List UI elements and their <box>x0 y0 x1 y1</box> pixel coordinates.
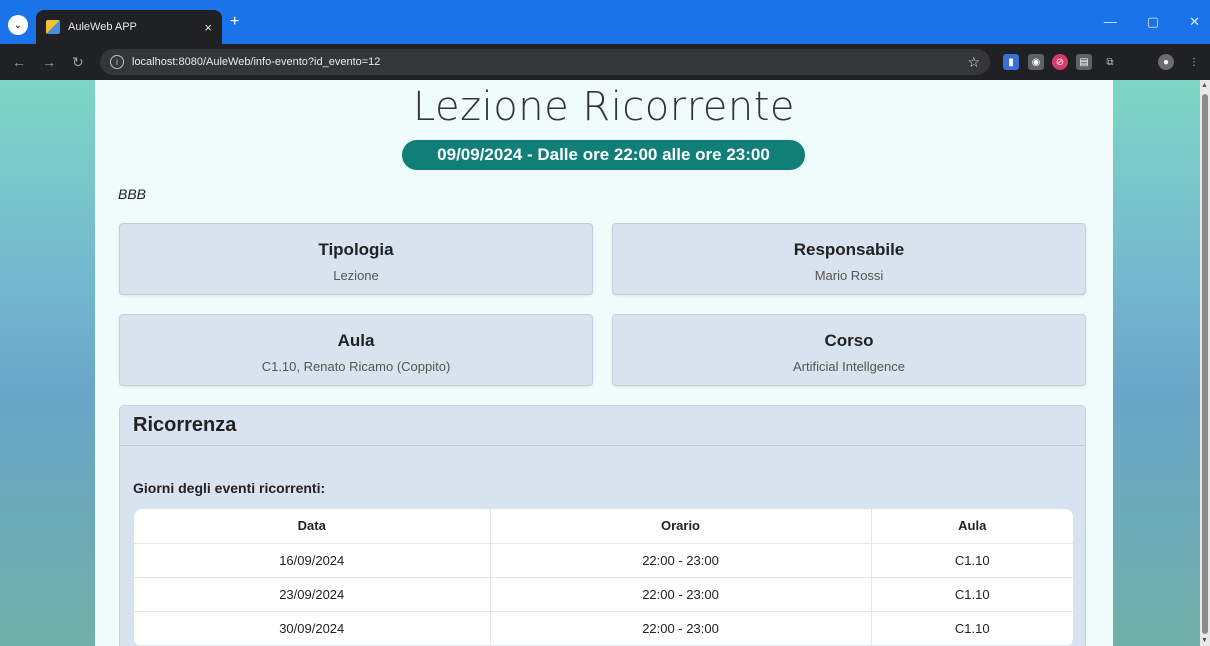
table-cell: C1.10 <box>871 543 1073 578</box>
browser-menu-icon[interactable]: ⋮ <box>1186 54 1202 70</box>
page-scrollbar[interactable]: ▲ ▼ <box>1200 80 1210 646</box>
table-row: 23/09/2024 22:00 - 23:00 C1.10 <box>134 577 1073 612</box>
table-cell: C1.10 <box>871 611 1073 646</box>
favicon-icon <box>46 20 60 34</box>
card-tipologia: Tipologia Lezione <box>119 223 593 295</box>
tab-close-icon[interactable]: × <box>204 20 212 35</box>
card-value: C1.10, Renato Ricamo (Coppito) <box>261 359 451 374</box>
table-cell: C1.10 <box>871 577 1073 612</box>
column-header-orario: Orario <box>490 509 872 544</box>
table-cell: 30/09/2024 <box>134 611 491 646</box>
card-value: Artificial Intellgence <box>793 359 905 374</box>
site-info-icon[interactable]: i <box>110 55 124 69</box>
event-description: BBB <box>118 186 147 202</box>
address-toolbar: ← → ↻ i localhost:8080/AuleWeb/info-even… <box>0 44 1210 80</box>
recurrence-table: Data Orario Aula 16/09/2024 22:00 - 23:0… <box>134 509 1073 646</box>
minimize-icon[interactable]: — <box>1104 14 1117 30</box>
restore-icon[interactable]: ▢ <box>1147 14 1159 30</box>
card-value: Mario Rossi <box>814 268 884 283</box>
bookmark-star-icon[interactable]: ☆ <box>967 54 980 71</box>
extension-icon-1[interactable]: ▮ <box>1003 54 1019 70</box>
shield-extension-icon[interactable]: ◉ <box>1028 54 1044 70</box>
main-container: Lezione Ricorrente 09/09/2024 - Dalle or… <box>95 80 1113 646</box>
table-header-row: Data Orario Aula <box>134 509 1073 544</box>
extension-icon-4[interactable]: ▤ <box>1076 54 1092 70</box>
card-value: Lezione <box>333 268 379 283</box>
table-row: 30/09/2024 22:00 - 23:00 C1.10 <box>134 611 1073 646</box>
extensions-puzzle-icon[interactable]: ⧉ <box>1102 54 1118 70</box>
blocker-extension-icon[interactable]: ⊘ <box>1052 54 1068 70</box>
browser-tab-bar: ⌄ AuleWeb APP × + — ▢ ✕ <box>0 0 1210 44</box>
table-cell: 22:00 - 23:00 <box>490 543 872 578</box>
table-cell: 23/09/2024 <box>134 577 491 612</box>
address-bar[interactable]: i localhost:8080/AuleWeb/info-evento?id_… <box>100 49 990 75</box>
window-controls: — ▢ ✕ <box>1104 14 1200 30</box>
url-text: localhost:8080/AuleWeb/info-evento?id_ev… <box>132 56 381 68</box>
forward-arrow-icon[interactable]: → <box>42 54 56 70</box>
profile-avatar-icon[interactable]: ● <box>1158 54 1174 70</box>
close-window-icon[interactable]: ✕ <box>1189 14 1200 30</box>
scroll-thumb[interactable] <box>1202 94 1208 634</box>
card-heading: Tipologia <box>318 240 394 259</box>
recurrence-panel: Ricorrenza Giorni degli eventi ricorrent… <box>119 405 1086 646</box>
page-viewport: Lezione Ricorrente 09/09/2024 - Dalle or… <box>0 80 1200 646</box>
reload-icon[interactable]: ↻ <box>72 54 84 71</box>
browser-tab[interactable]: AuleWeb APP × <box>36 10 222 44</box>
card-heading: Corso <box>824 331 874 350</box>
recurrence-heading: Ricorrenza <box>120 406 1085 446</box>
tab-search-chevron-icon[interactable]: ⌄ <box>8 15 28 35</box>
table-cell: 16/09/2024 <box>134 543 491 578</box>
scroll-down-arrow-icon[interactable]: ▼ <box>1201 637 1208 644</box>
card-aula: Aula C1.10, Renato Ricamo (Coppito) <box>119 314 593 386</box>
column-header-aula: Aula <box>871 509 1073 544</box>
card-responsabile: Responsabile Mario Rossi <box>612 223 1086 295</box>
tab-title: AuleWeb APP <box>68 21 137 33</box>
table-cell: 22:00 - 23:00 <box>490 611 872 646</box>
column-header-data: Data <box>134 509 491 544</box>
recurrence-subheading: Giorni degli eventi ricorrenti: <box>133 480 326 496</box>
card-heading: Aula <box>337 331 375 350</box>
scroll-up-arrow-icon[interactable]: ▲ <box>1201 82 1208 89</box>
table-row: 16/09/2024 22:00 - 23:00 C1.10 <box>134 543 1073 578</box>
card-heading: Responsabile <box>793 240 905 259</box>
back-arrow-icon[interactable]: ← <box>12 54 26 70</box>
new-tab-button[interactable]: + <box>230 14 239 30</box>
event-date-badge: 09/09/2024 - Dalle ore 22:00 alle ore 23… <box>400 138 807 172</box>
card-corso: Corso Artificial Intellgence <box>612 314 1086 386</box>
page-title: Lezione Ricorrente <box>412 84 796 130</box>
table-cell: 22:00 - 23:00 <box>490 577 872 612</box>
